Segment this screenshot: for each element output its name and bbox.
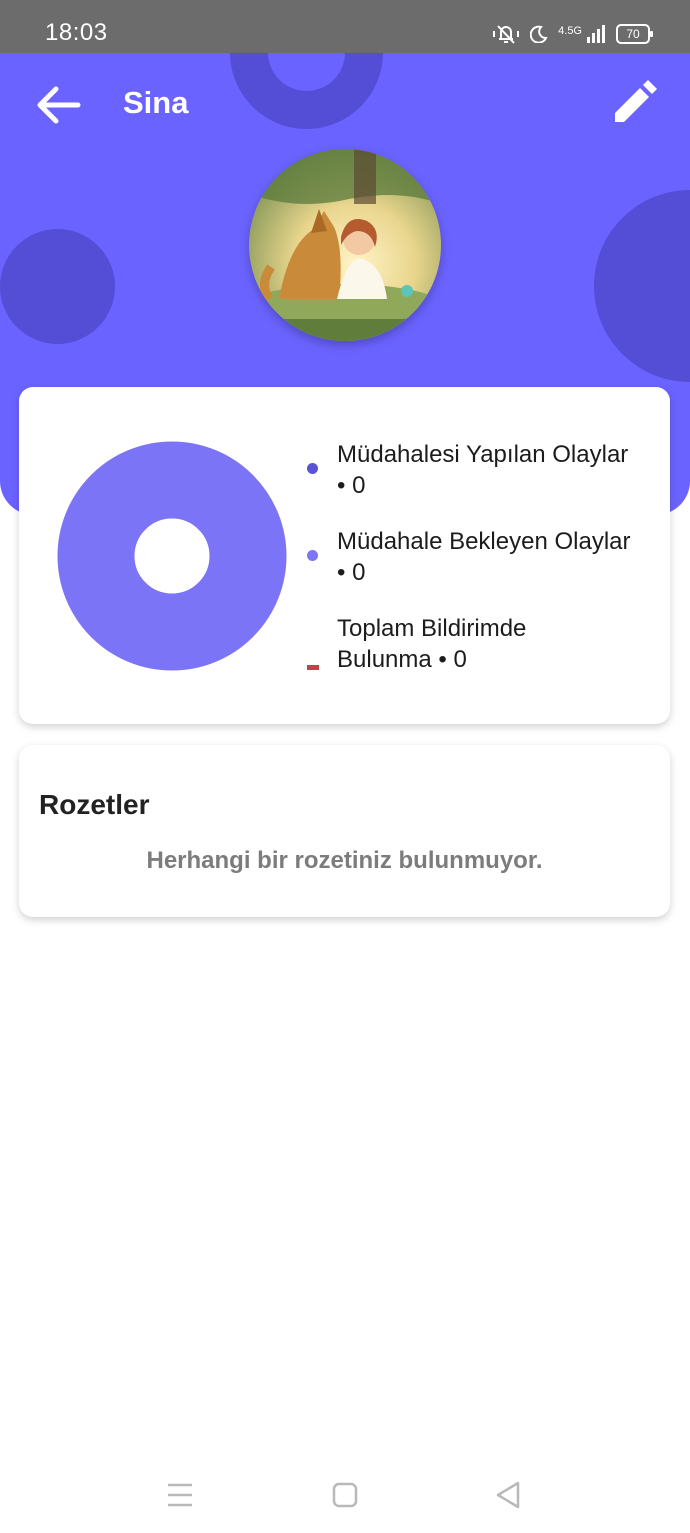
system-nav-bar [0, 1450, 690, 1533]
decor-circle-left [0, 229, 115, 344]
legend-value-resolved: • 0 [337, 472, 366, 499]
badges-empty-message: Herhangi bir rozetiniz bulunmuyor. [146, 847, 543, 874]
legend-value-total-reports: Bulunma • 0 [337, 646, 467, 673]
badges-card: Rozetler Herhangi bir rozetiniz bulunmuy… [19, 745, 670, 917]
legend-dot-pending [307, 550, 318, 561]
page-title: Sina [123, 85, 189, 120]
status-bar: 18:03 4.5G 70 [0, 0, 690, 53]
vibrate-silent-icon [493, 25, 520, 44]
legend-item-total-reports: Toplam Bildirimde Bulunma • 0 [307, 613, 667, 675]
legend-item-resolved: Müdahalesi Yapılan Olaylar • 0 [307, 439, 667, 501]
home-square-icon[interactable] [325, 1475, 365, 1515]
status-time: 18:03 [45, 19, 108, 46]
network-type-label: 4.5G [558, 25, 582, 37]
legend-label-resolved: Müdahalesi Yapılan Olaylar [337, 441, 629, 468]
legend-item-pending: Müdahale Bekleyen Olaylar • 0 [307, 526, 667, 588]
back-triangle-icon[interactable] [488, 1475, 528, 1515]
legend-value-pending: • 0 [337, 559, 366, 586]
moon-icon [530, 25, 548, 43]
back-arrow-icon[interactable] [34, 83, 82, 127]
events-donut-chart [57, 441, 287, 671]
battery-icon: 70 [616, 24, 653, 44]
legend-marker-total-reports [307, 665, 319, 670]
legend-label-total-reports: Toplam Bildirimde [337, 615, 527, 642]
badges-title: Rozetler [39, 789, 150, 820]
menu-icon[interactable] [160, 1475, 200, 1515]
legend-label-pending: Müdahale Bekleyen Olaylar [337, 528, 631, 555]
stats-legend: Müdahalesi Yapılan Olaylar • 0 Müdahale … [307, 439, 667, 700]
profile-avatar [249, 149, 441, 341]
donut-ring [57, 441, 287, 671]
stats-card: Müdahalesi Yapılan Olaylar • 0 Müdahale … [19, 387, 670, 724]
status-icons: 4.5G 70 [492, 21, 653, 47]
edit-pencil-icon[interactable] [608, 79, 658, 129]
signal-icon [587, 25, 605, 43]
decor-circle-right [594, 190, 690, 382]
decor-ring [230, 53, 383, 129]
legend-dot-resolved [307, 463, 318, 474]
